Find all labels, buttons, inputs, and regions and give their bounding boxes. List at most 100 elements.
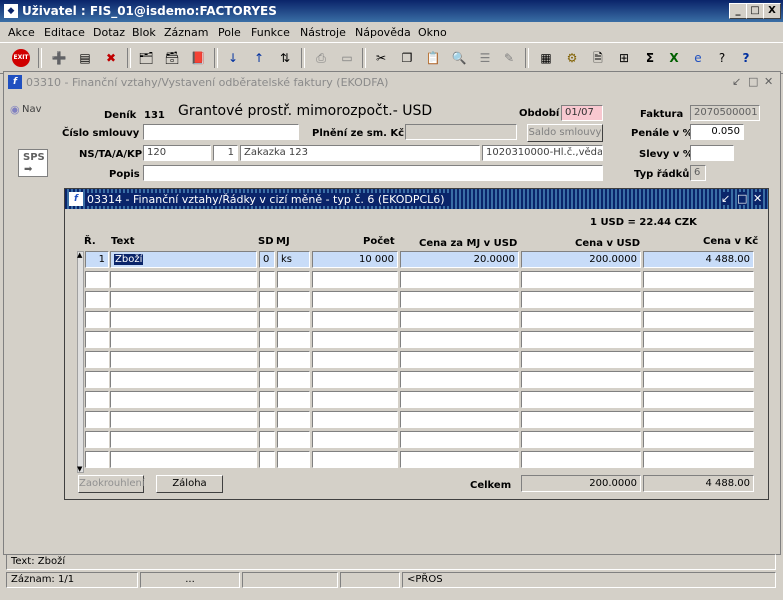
table-cell[interactable] bbox=[643, 431, 754, 448]
scroll-down-icon[interactable]: ▼ bbox=[77, 465, 82, 473]
ns-field[interactable]: 120 bbox=[143, 145, 211, 161]
table-cell[interactable] bbox=[259, 331, 275, 348]
query-enter-icon[interactable]: 🗂 bbox=[137, 49, 155, 67]
table-cell[interactable] bbox=[643, 311, 754, 328]
table-cell[interactable] bbox=[521, 411, 641, 428]
table-cell[interactable] bbox=[400, 271, 519, 288]
popis-field[interactable] bbox=[143, 165, 603, 181]
sort-multi-icon[interactable]: ⇅ bbox=[276, 49, 294, 67]
menu-napoveda[interactable]: Nápověda bbox=[355, 26, 411, 39]
table-cell[interactable] bbox=[110, 431, 257, 448]
vertical-scrollbar[interactable]: ▲ ▼ bbox=[77, 251, 84, 473]
table-cell[interactable] bbox=[312, 431, 398, 448]
table-cell[interactable] bbox=[312, 351, 398, 368]
table-cell[interactable] bbox=[110, 291, 257, 308]
table-cell[interactable] bbox=[521, 331, 641, 348]
table-cell[interactable] bbox=[85, 331, 109, 348]
row-sd[interactable]: 0 bbox=[259, 251, 275, 268]
document-icon[interactable]: 🗎 bbox=[589, 49, 607, 67]
ta-field[interactable]: 1 bbox=[213, 145, 238, 161]
table-cell[interactable] bbox=[400, 351, 519, 368]
browser-icon[interactable]: e bbox=[689, 49, 707, 67]
radio-icon[interactable]: ◉ bbox=[10, 103, 20, 116]
table-cell[interactable] bbox=[277, 451, 310, 468]
table-cell[interactable] bbox=[85, 371, 109, 388]
table-cell[interactable] bbox=[312, 311, 398, 328]
faktura-field[interactable]: 2070500001 bbox=[690, 105, 760, 121]
table-cell[interactable] bbox=[85, 291, 109, 308]
menu-akce[interactable]: Akce bbox=[8, 26, 35, 39]
table-cell[interactable] bbox=[259, 351, 275, 368]
table-cell[interactable] bbox=[400, 411, 519, 428]
typ-radku-field[interactable]: 6 bbox=[690, 165, 706, 181]
table-cell[interactable] bbox=[643, 411, 754, 428]
table-cell[interactable] bbox=[85, 451, 109, 468]
sps-button[interactable]: SPS ➡ bbox=[18, 149, 48, 177]
table-cell[interactable] bbox=[312, 271, 398, 288]
new-record-icon[interactable]: ➕ bbox=[50, 49, 68, 67]
table-cell[interactable] bbox=[259, 411, 275, 428]
sort-asc-icon[interactable]: ↓ bbox=[224, 49, 242, 67]
menu-blok[interactable]: Blok bbox=[132, 26, 156, 39]
menu-nastroje[interactable]: Nástroje bbox=[300, 26, 346, 39]
row-pocet[interactable]: 10 000 bbox=[312, 251, 398, 268]
table-cell[interactable] bbox=[643, 391, 754, 408]
table-cell[interactable] bbox=[312, 411, 398, 428]
query-execute-icon[interactable]: 🗃 bbox=[163, 49, 181, 67]
close-window-button[interactable]: X bbox=[763, 3, 781, 19]
table-cell[interactable] bbox=[312, 331, 398, 348]
menu-pole[interactable]: Pole bbox=[218, 26, 241, 39]
paste-icon[interactable]: 📋 bbox=[424, 49, 442, 67]
close-icon[interactable]: ✕ bbox=[753, 192, 763, 205]
table-cell[interactable] bbox=[277, 351, 310, 368]
calculator-icon[interactable]: ⊞ bbox=[615, 49, 633, 67]
table-cell[interactable] bbox=[312, 451, 398, 468]
table-cell[interactable] bbox=[521, 451, 641, 468]
table-cell[interactable] bbox=[277, 411, 310, 428]
table-cell[interactable] bbox=[521, 371, 641, 388]
maximize-button[interactable]: □ bbox=[746, 3, 764, 19]
row-text[interactable]: Zboží bbox=[110, 251, 257, 268]
table-cell[interactable] bbox=[521, 351, 641, 368]
table-cell[interactable] bbox=[521, 271, 641, 288]
zaloha-button[interactable]: Záloha bbox=[156, 475, 223, 493]
delete-record-icon[interactable]: ✖ bbox=[102, 49, 120, 67]
minimize-icon[interactable]: ↙ bbox=[721, 192, 731, 205]
table-cell[interactable] bbox=[521, 291, 641, 308]
scroll-up-icon[interactable]: ▲ bbox=[77, 251, 82, 259]
table-cell[interactable] bbox=[400, 391, 519, 408]
insert-record-icon[interactable]: ▤ bbox=[76, 49, 94, 67]
table-cell[interactable] bbox=[312, 291, 398, 308]
table-cell[interactable] bbox=[259, 271, 275, 288]
menu-okno[interactable]: Okno bbox=[418, 26, 447, 39]
table-cell[interactable] bbox=[312, 371, 398, 388]
zaokrouhleni-button[interactable]: Zaokrouhlení bbox=[78, 475, 145, 493]
tools-icon[interactable]: ⚙ bbox=[563, 49, 581, 67]
table-cell[interactable] bbox=[400, 431, 519, 448]
table-cell[interactable] bbox=[400, 371, 519, 388]
sum-icon[interactable]: Σ bbox=[641, 49, 659, 67]
table-cell[interactable] bbox=[521, 391, 641, 408]
table-cell[interactable] bbox=[110, 451, 257, 468]
table-cell[interactable] bbox=[643, 451, 754, 468]
table-cell[interactable] bbox=[110, 411, 257, 428]
row-number[interactable]: 1 bbox=[85, 251, 109, 268]
table-cell[interactable] bbox=[259, 291, 275, 308]
table-cell[interactable] bbox=[259, 451, 275, 468]
ta-name-field[interactable]: Zakazka 123 bbox=[240, 145, 480, 161]
table-cell[interactable] bbox=[643, 291, 754, 308]
print-preview-icon[interactable]: ▭ bbox=[338, 49, 356, 67]
minimize-icon[interactable]: ↙ bbox=[732, 75, 741, 88]
plneni-field[interactable] bbox=[405, 124, 517, 140]
menu-editace[interactable]: Editace bbox=[44, 26, 85, 39]
table-cell[interactable] bbox=[312, 391, 398, 408]
table-cell[interactable] bbox=[110, 351, 257, 368]
list-icon[interactable]: ☰ bbox=[476, 49, 494, 67]
table-cell[interactable] bbox=[643, 331, 754, 348]
maximize-icon[interactable]: □ bbox=[748, 75, 758, 88]
table-cell[interactable] bbox=[259, 311, 275, 328]
copy-icon[interactable]: ❐ bbox=[398, 49, 416, 67]
sort-desc-icon[interactable]: ↑ bbox=[250, 49, 268, 67]
row-mj[interactable]: ks bbox=[277, 251, 310, 268]
table-cell[interactable] bbox=[277, 271, 310, 288]
